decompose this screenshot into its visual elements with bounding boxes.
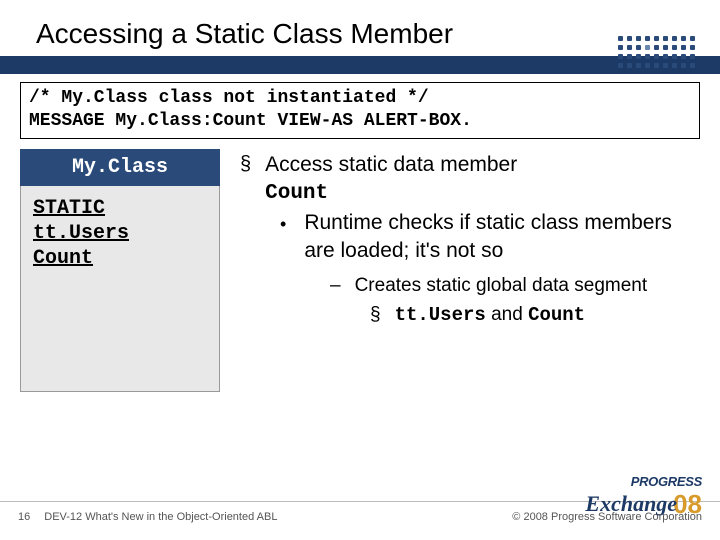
bullet-square-icon: § — [240, 151, 251, 208]
class-member-line: Count — [33, 246, 207, 271]
bullet-code-text: Count — [265, 182, 328, 205]
code-sample-box: /* My.Class class not instantiated */ ME… — [20, 82, 700, 139]
footer: 16 DEV-12 What's New in the Object-Orien… — [0, 500, 720, 540]
bullet-dot-icon: • — [280, 213, 286, 264]
code-line: /* My.Class class not instantiated */ — [29, 87, 691, 110]
class-box-body: STATIC tt.Users Count — [20, 186, 220, 392]
class-member-line: tt.Users — [33, 221, 207, 246]
bullet-text: Runtime checks if static class members a… — [304, 209, 700, 264]
progress-logo-text: PROGRESS — [585, 474, 702, 489]
bullet-content: § Access static data member Count • Runt… — [240, 149, 700, 392]
class-member-line: STATIC — [33, 196, 207, 221]
bullet-text: tt.Users and Count — [395, 303, 586, 328]
code-text: tt.Users — [395, 304, 486, 326]
copyright-text: © 2008 Progress Software Corporation — [512, 511, 702, 523]
bullet-text: Creates static global data segment — [355, 274, 648, 299]
header-bar — [0, 56, 720, 74]
slide-number: 16 — [18, 511, 30, 523]
code-line: MESSAGE My.Class:Count VIEW-AS ALERT-BOX… — [29, 110, 691, 133]
code-text: Count — [528, 304, 585, 326]
decorative-dot-grid — [618, 36, 696, 69]
bullet-text: Access static data member — [265, 153, 517, 176]
bullet-square-icon: § — [370, 303, 381, 328]
class-box-header: My.Class — [20, 149, 220, 186]
class-diagram-box: My.Class STATIC tt.Users Count — [20, 149, 220, 392]
bullet-dash-icon: – — [330, 274, 341, 299]
deck-title: DEV-12 What's New in the Object-Oriented… — [44, 511, 277, 523]
